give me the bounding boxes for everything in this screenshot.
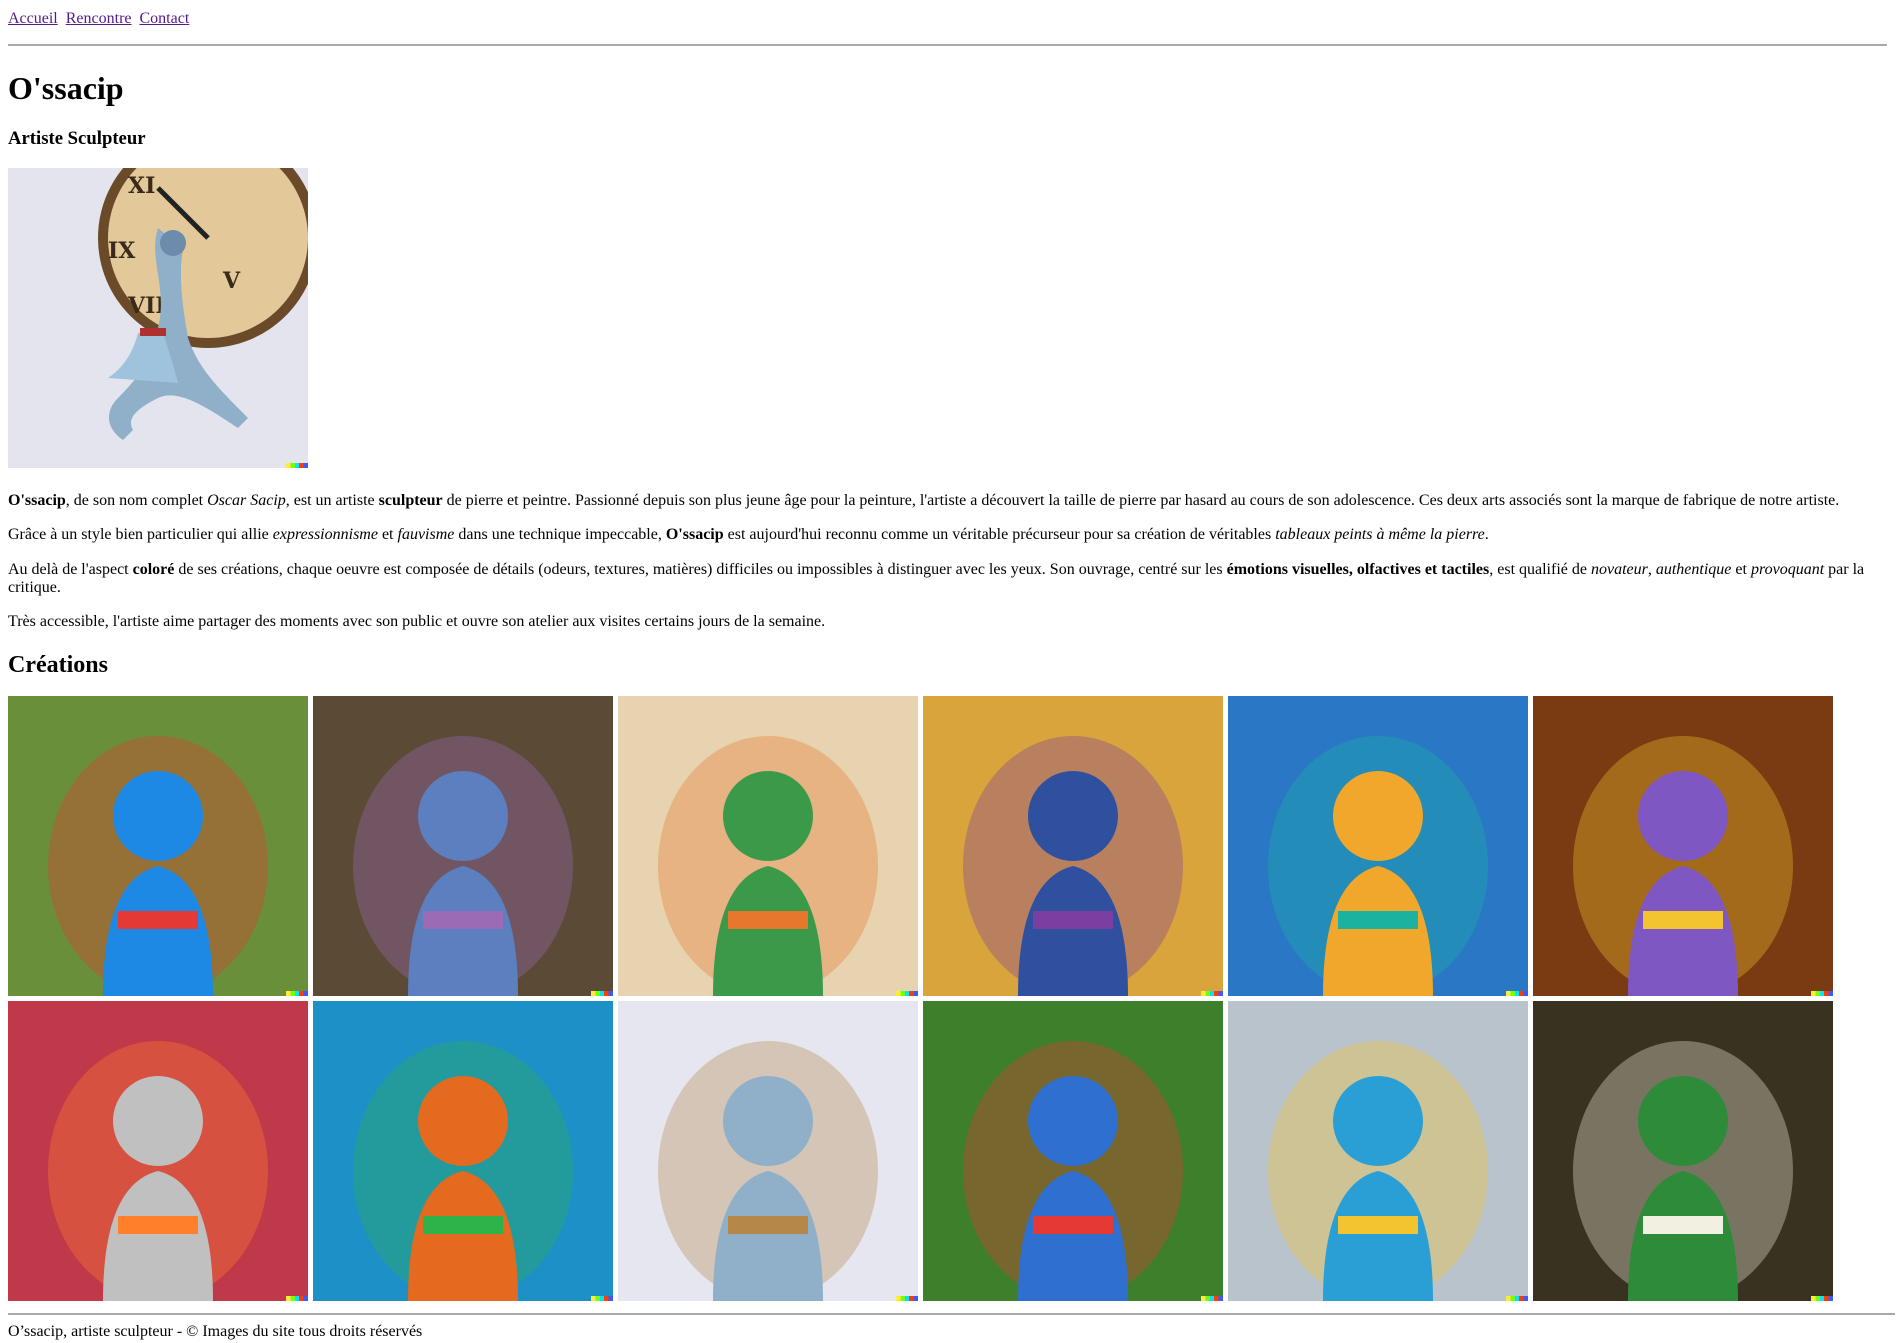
image-watermark bbox=[1811, 990, 1833, 996]
gallery-item[interactable] bbox=[1533, 1000, 1833, 1301]
rainbow-cat-statue-image bbox=[8, 1000, 308, 1301]
nav-link-accueil[interactable]: Accueil bbox=[8, 10, 58, 27]
footer-divider bbox=[8, 1312, 1895, 1315]
intro-paragraph-3: Au delà de l'aspect coloré de ses créati… bbox=[8, 560, 1865, 596]
nav-link-rencontre[interactable]: Rencontre bbox=[66, 10, 132, 27]
gallery-item[interactable] bbox=[1533, 695, 1833, 996]
footer-text: O’ssacip, artiste sculpteur - © Images d… bbox=[8, 1322, 423, 1340]
gallery-item[interactable] bbox=[8, 1000, 308, 1301]
clock-dancer-sculpture-image bbox=[618, 1000, 918, 1301]
image-watermark bbox=[896, 990, 918, 996]
girl-with-bear-statue-image bbox=[313, 695, 613, 996]
laptop-figure-statue-image bbox=[1228, 1000, 1528, 1301]
cat-woman-statue-image bbox=[1228, 695, 1528, 996]
gallery-item[interactable] bbox=[923, 1000, 1223, 1301]
nav-link-contact[interactable]: Contact bbox=[140, 10, 190, 27]
gallery-item[interactable] bbox=[923, 695, 1223, 996]
image-watermark bbox=[286, 462, 308, 468]
image-watermark bbox=[286, 1295, 308, 1301]
svg-text:IX: IX bbox=[108, 238, 136, 264]
image-watermark bbox=[896, 1295, 918, 1301]
image-watermark bbox=[591, 1295, 613, 1301]
clock-figure-statue-image bbox=[923, 695, 1223, 996]
wall-climber-statue-image bbox=[618, 695, 918, 996]
gallery-item[interactable] bbox=[1228, 695, 1528, 996]
gallery-item[interactable] bbox=[1228, 1000, 1528, 1301]
laughing-dog-statue-image bbox=[313, 1000, 613, 1301]
intro-paragraph-1: O'ssacip, de son nom complet Oscar Sacip… bbox=[8, 491, 1840, 509]
image-watermark bbox=[1201, 1295, 1223, 1301]
gallery-item[interactable] bbox=[313, 695, 613, 996]
intro-paragraph-2: Grâce à un style bien particulier qui al… bbox=[8, 526, 1489, 544]
frog-lamp-statue-image bbox=[1533, 1000, 1833, 1301]
image-watermark bbox=[1506, 1295, 1528, 1301]
svg-text:V: V bbox=[222, 268, 241, 294]
gallery-item[interactable] bbox=[618, 1000, 918, 1301]
baker-statue-image bbox=[8, 695, 308, 996]
image-watermark bbox=[1506, 990, 1528, 996]
gallery-item[interactable] bbox=[313, 1000, 613, 1301]
rainbow-child-statue-image bbox=[923, 1000, 1223, 1301]
creations-gallery bbox=[8, 695, 1895, 1301]
page-title: O'ssacip bbox=[8, 70, 124, 106]
image-watermark bbox=[1811, 1295, 1833, 1301]
gallery-item[interactable] bbox=[8, 695, 308, 996]
main-nav: Accueil Rencontre Contact bbox=[8, 10, 1895, 28]
hero-image: XI IX VIII V bbox=[8, 167, 308, 468]
header-divider bbox=[8, 44, 1887, 46]
gallery-item[interactable] bbox=[618, 695, 918, 996]
image-watermark bbox=[1201, 990, 1223, 996]
image-watermark bbox=[286, 990, 308, 996]
intro-paragraph-4: Très accessible, l'artiste aime partager… bbox=[8, 613, 826, 631]
rat-ladder-statue-image bbox=[1533, 695, 1833, 996]
clock-dancer-sculpture-image: XIIXVIIIV bbox=[8, 167, 308, 468]
page-subtitle: Artiste Sculpteur bbox=[8, 127, 146, 149]
creations-heading: Créations bbox=[8, 651, 108, 678]
image-watermark bbox=[591, 990, 613, 996]
svg-text:XI: XI bbox=[128, 173, 155, 199]
